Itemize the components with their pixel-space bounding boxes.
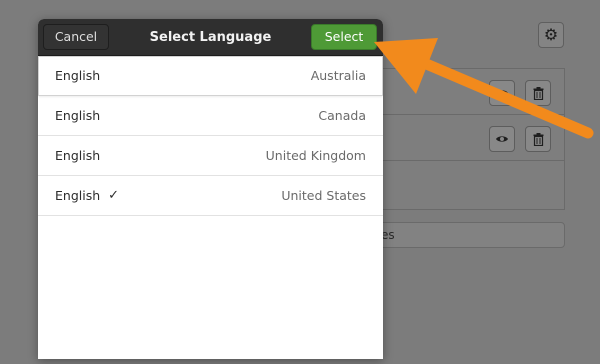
language-row-australia[interactable]: English Australia (38, 56, 383, 96)
select-button[interactable]: Select (311, 24, 377, 50)
language-row-united-kingdom[interactable]: English United Kingdom (38, 136, 383, 176)
trash-icon (533, 132, 543, 146)
trash-icon (533, 86, 543, 100)
language-row-united-states[interactable]: English ✓ United States (38, 176, 383, 216)
delete-button[interactable] (525, 80, 551, 106)
gear-icon: ⚙ (543, 25, 559, 44)
background-list-panel (376, 68, 565, 210)
language-region: United Kingdom (265, 148, 366, 163)
background-partial-button[interactable]: es (376, 222, 565, 248)
language-row-canada[interactable]: English Canada (38, 96, 383, 136)
eye-icon (496, 136, 508, 142)
eye-icon (496, 90, 508, 96)
settings-gear-button[interactable]: ⚙ (538, 22, 564, 48)
language-name: English (55, 188, 101, 203)
cancel-button[interactable]: Cancel (43, 24, 109, 50)
delete-button[interactable] (525, 126, 551, 152)
language-list: English Australia English Canada English… (38, 56, 383, 216)
background-list-row (377, 69, 564, 115)
check-icon: ✓ (108, 188, 120, 203)
language-name: English (55, 148, 101, 163)
dialog-title: Select Language (149, 30, 272, 45)
background-partial-button-label: es (381, 228, 395, 242)
language-name: English (55, 108, 101, 123)
dialog-headerbar: Cancel Select Language Select (38, 19, 383, 56)
select-language-dialog: Cancel Select Language Select English Au… (38, 19, 383, 359)
language-region: Australia (310, 68, 366, 83)
language-region: Canada (318, 108, 366, 123)
language-name: English (55, 68, 101, 83)
show-button[interactable] (489, 126, 515, 152)
show-button[interactable] (489, 80, 515, 106)
background-list-row (377, 115, 564, 161)
language-region: United States (281, 188, 366, 203)
